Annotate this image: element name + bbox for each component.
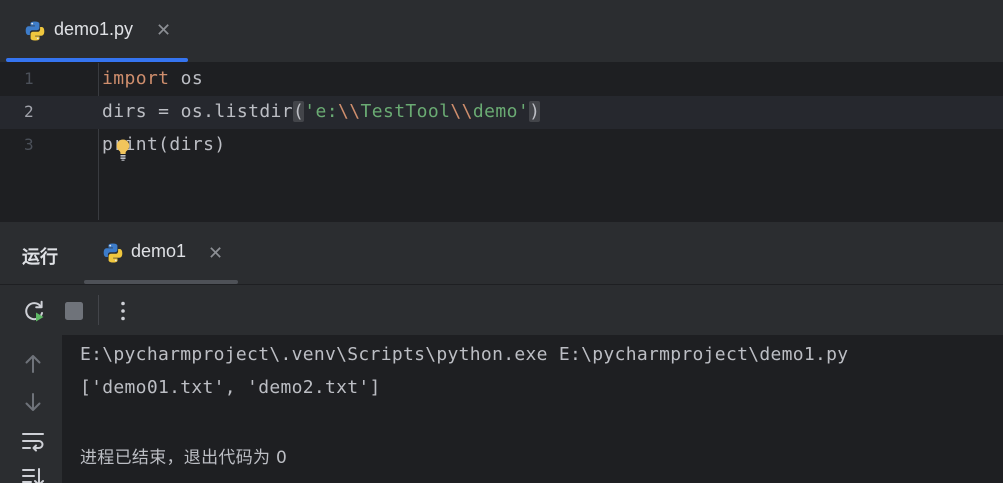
code-line-3[interactable]: 3 print(dirs) bbox=[0, 129, 1003, 162]
code-token: dirs = os.listdir bbox=[102, 101, 294, 122]
run-tab-label: demo1 bbox=[131, 241, 187, 261]
lightbulb-icon[interactable] bbox=[114, 138, 132, 162]
close-icon[interactable]: ✕ bbox=[208, 245, 223, 263]
code-line-1[interactable]: 1 import os bbox=[0, 63, 1003, 96]
arrow-up-icon[interactable] bbox=[20, 351, 46, 377]
string-token: 'e: bbox=[304, 101, 338, 122]
console-exit-line: 进程已结束，退出代码为 0 bbox=[80, 448, 288, 468]
run-tab-demo1[interactable]: demo1 ✕ bbox=[84, 222, 238, 284]
paren-token: ) bbox=[529, 101, 541, 122]
code-text: dirs = os.listdir('e:\\TestTool\\demo') bbox=[102, 101, 541, 122]
console-side-toolbar bbox=[0, 335, 62, 483]
ide-window: demo1.py ✕ 1 import os 2 dirs = os.listd… bbox=[0, 0, 1003, 483]
line-number: 3 bbox=[24, 135, 34, 154]
editor-tab-demo1-py[interactable]: demo1.py ✕ bbox=[6, 0, 188, 62]
line-number: 2 bbox=[24, 102, 34, 121]
console-output[interactable]: E:\pycharmproject\.venv\Scripts\python.e… bbox=[62, 335, 1003, 483]
rerun-icon[interactable] bbox=[22, 298, 48, 324]
code-line-2[interactable]: 2 dirs = os.listdir('e:\\TestTool\\demo'… bbox=[0, 96, 1003, 129]
string-token: TestTool bbox=[360, 101, 451, 122]
escape-token: \\ bbox=[450, 101, 473, 122]
toolbar-separator bbox=[98, 295, 99, 325]
paren-token: ( bbox=[293, 101, 305, 122]
escape-token: \\ bbox=[338, 101, 361, 122]
stop-icon[interactable] bbox=[61, 298, 87, 324]
code-token: os bbox=[169, 68, 204, 89]
run-tool-window-header: 运行 demo1 ✕ bbox=[0, 221, 1003, 284]
console-command-line: E:\pycharmproject\.venv\Scripts\python.e… bbox=[80, 344, 849, 365]
more-vertical-icon[interactable] bbox=[110, 298, 136, 324]
python-icon bbox=[25, 21, 45, 41]
scroll-to-end-icon[interactable] bbox=[20, 465, 46, 483]
arrow-down-icon[interactable] bbox=[20, 389, 46, 415]
line-number: 1 bbox=[24, 69, 34, 88]
code-text: import os bbox=[102, 68, 203, 89]
keyword-token: import bbox=[102, 68, 170, 89]
active-tab-indicator bbox=[6, 58, 188, 62]
run-toolbar bbox=[0, 284, 1003, 335]
code-editor[interactable]: 1 import os 2 dirs = os.listdir('e:\\Tes… bbox=[0, 63, 1003, 220]
console-output-line: ['demo01.txt', 'demo2.txt'] bbox=[80, 377, 381, 398]
run-title: 运行 bbox=[22, 247, 58, 268]
close-icon[interactable]: ✕ bbox=[156, 22, 171, 40]
editor-tab-label: demo1.py bbox=[54, 19, 134, 39]
string-token: demo' bbox=[472, 101, 530, 122]
soft-wrap-icon[interactable] bbox=[20, 429, 46, 455]
python-icon bbox=[103, 243, 123, 263]
editor-tab-bar: demo1.py ✕ bbox=[0, 0, 1003, 63]
